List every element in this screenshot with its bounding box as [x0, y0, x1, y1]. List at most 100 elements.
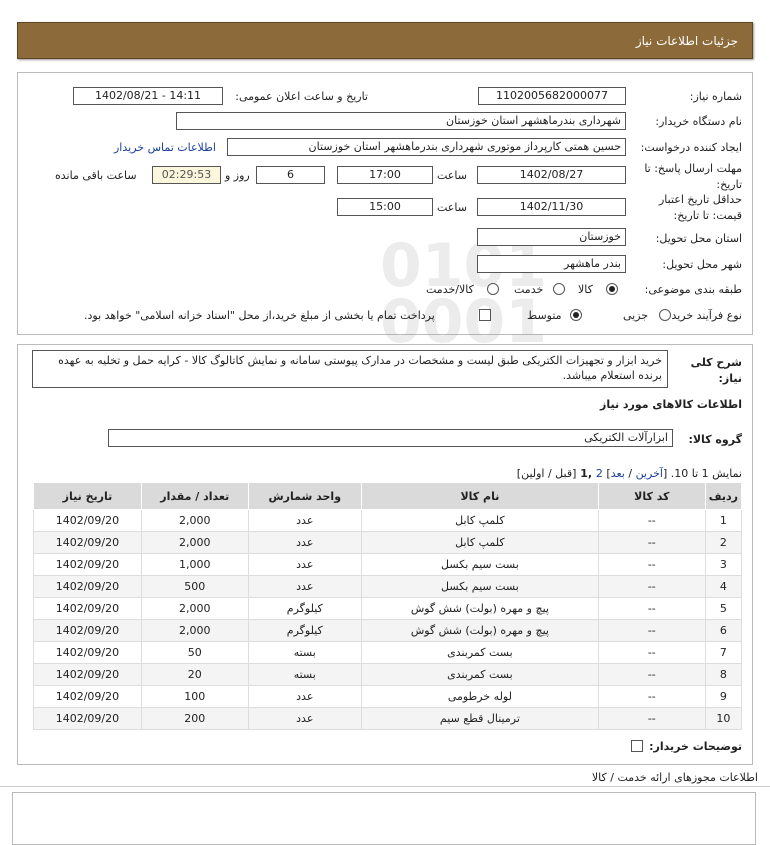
deadline-time-field: 17:00: [337, 166, 433, 184]
deadline-label: مهلت ارسال پاسخ: تا: [644, 162, 742, 175]
cell-code: --: [597, 663, 706, 686]
cell-row: 8: [704, 663, 743, 686]
province-field: خوزستان: [477, 228, 626, 246]
permits-panel: [12, 792, 756, 845]
cell-unit: عدد: [247, 575, 362, 598]
cell-name: لوله خرطومی: [360, 685, 599, 708]
permits-divider: [0, 786, 770, 787]
deadline-label-date: تاریخ:: [716, 178, 742, 191]
pagination-prefix: نمایش 1 تا 10. [: [662, 467, 742, 480]
city-label: شهر محل تحویل:: [662, 258, 742, 271]
validity-hour-label: ساعت: [437, 201, 467, 214]
cell-date: 1402/09/20: [33, 597, 142, 620]
buyer-notes-checkbox[interactable]: [631, 740, 643, 752]
page-2-link[interactable]: 2: [596, 467, 603, 480]
cell-date: 1402/09/20: [33, 575, 142, 598]
description-field: خرید ابزار و تجهیزات الکتریکی طبق لیست و…: [32, 350, 668, 388]
table-row: 1 -- کلمپ کابل عدد 2,000 1402/09/20: [33, 509, 743, 532]
cell-row: 2: [704, 531, 743, 554]
goods-table: ردیف کد کالا نام کالا واحد شمارش تعداد /…: [33, 482, 743, 730]
announce-field: 1402/08/21 - 14:11: [73, 87, 223, 105]
buyer-org-label: نام دستگاه خریدار:: [655, 115, 742, 128]
cell-name: بست سیم بکسل: [360, 575, 599, 598]
cell-name: پیچ و مهره (بولت) شش گوش: [360, 619, 599, 642]
cell-code: --: [597, 685, 706, 708]
need-number-field: 1102005682000077: [478, 87, 626, 105]
deadline-hour-label: ساعت: [437, 169, 467, 182]
cell-unit: کیلوگرم: [247, 619, 362, 642]
cell-date: 1402/09/20: [33, 663, 142, 686]
table-row: 8 -- بست کمربندی بسته 20 1402/09/20: [33, 663, 743, 686]
category-radio-both[interactable]: [487, 283, 499, 295]
page-next-link[interactable]: بعد: [611, 467, 625, 480]
province-label: استان محل تحویل:: [655, 232, 742, 245]
cell-code: --: [597, 597, 706, 620]
buyer-org-field: شهرداری بندرماهشهر استان خوزستان: [176, 112, 626, 130]
validity-date-field: 1402/11/30: [477, 198, 626, 216]
page-header: جزئیات اطلاعات نیاز: [17, 22, 753, 59]
cell-qty: 20: [140, 663, 249, 686]
cell-name: ترمینال قطع سیم: [360, 707, 599, 730]
category-radio-goods[interactable]: [606, 283, 618, 295]
validity-label-date: قیمت: تا تاریخ:: [673, 209, 742, 222]
cell-row: 9: [704, 685, 743, 708]
col-date-header: تاریخ نیاز: [33, 482, 142, 510]
process-radio-medium[interactable]: [570, 309, 582, 321]
category-both-label: کالا/خدمت: [426, 283, 474, 296]
table-row: 4 -- بست سیم بکسل عدد 500 1402/09/20: [33, 575, 743, 598]
days-field: 6: [256, 166, 325, 184]
deadline-date-field: 1402/08/27: [477, 166, 626, 184]
goods-section-title: اطلاعات کالاهای مورد نیاز: [600, 398, 742, 411]
cell-date: 1402/09/20: [33, 553, 142, 576]
announce-label: تاریخ و ساعت اعلان عمومی:: [235, 90, 368, 103]
treasury-payment-checkbox[interactable]: [479, 309, 491, 321]
cell-date: 1402/09/20: [33, 707, 142, 730]
cell-date: 1402/09/20: [33, 509, 142, 532]
cell-code: --: [597, 641, 706, 664]
cell-date: 1402/09/20: [33, 619, 142, 642]
category-radio-service[interactable]: [553, 283, 565, 295]
payment-note: پرداخت تمام یا بخشی از مبلغ خرید،از محل …: [84, 309, 435, 322]
buyer-notes-label: توضیحات خریدار:: [649, 740, 742, 753]
col-qty-header: تعداد / مقدار: [140, 482, 249, 510]
table-row: 6 -- پیچ و مهره (بولت) شش گوش کیلوگرم 2,000 1…: [33, 619, 743, 642]
process-minor-label: جزیی: [623, 309, 649, 322]
cell-unit: کیلوگرم: [247, 597, 362, 620]
cell-name: کلمپ کابل: [360, 531, 599, 554]
cell-code: --: [597, 707, 706, 730]
cell-qty: 1,000: [140, 553, 249, 576]
table-row: 3 -- بست سیم بکسل عدد 1,000 1402/09/20: [33, 553, 743, 576]
table-row: 10 -- ترمینال قطع سیم عدد 200 1402/09/20: [33, 707, 743, 730]
col-code-header: کد کالا: [597, 482, 706, 510]
cell-row: 1: [704, 509, 743, 532]
category-goods-label: کالا: [578, 283, 593, 296]
cell-code: --: [597, 553, 706, 576]
cell-qty: 100: [140, 685, 249, 708]
cell-unit: بسته: [247, 641, 362, 664]
cell-date: 1402/09/20: [33, 685, 142, 708]
cell-name: بست کمربندی: [360, 641, 599, 664]
table-row: 2 -- کلمپ کابل عدد 2,000 1402/09/20: [33, 531, 743, 554]
process-medium-label: متوسط: [527, 309, 562, 322]
cell-date: 1402/09/20: [33, 641, 142, 664]
page-last-link[interactable]: آخرین: [636, 467, 663, 480]
goods-group-label: گروه کالا:: [688, 433, 742, 446]
process-radio-minor[interactable]: [659, 309, 671, 321]
permits-title: اطلاعات مجوزهای ارائه خدمت / کالا: [591, 771, 758, 784]
table-row: 5 -- پیچ و مهره (بولت) شش گوش کیلوگرم 2,000 1…: [33, 597, 743, 620]
category-label: طبقه بندی موضوعی:: [644, 283, 742, 296]
cell-unit: عدد: [247, 707, 362, 730]
cell-unit: عدد: [247, 531, 362, 554]
goods-group-field: ابزارآلات الکتریکی: [108, 429, 673, 447]
cell-date: 1402/09/20: [33, 531, 142, 554]
col-row-header: ردیف: [704, 482, 743, 510]
cell-qty: 50: [140, 641, 249, 664]
cell-name: کلمپ کابل: [360, 509, 599, 532]
cell-code: --: [597, 509, 706, 532]
city-field: بندر ماهشهر: [477, 255, 626, 273]
col-unit-header: واحد شمارش: [247, 482, 362, 510]
cell-row: 10: [704, 707, 743, 730]
cell-row: 5: [704, 597, 743, 620]
buyer-contact-link[interactable]: اطلاعات تماس خریدار: [114, 141, 216, 154]
cell-code: --: [597, 531, 706, 554]
